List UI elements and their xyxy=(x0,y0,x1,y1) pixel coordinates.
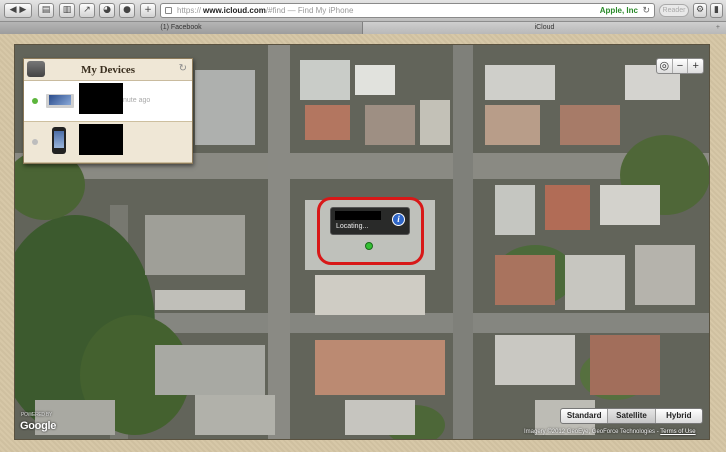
map-zoom-controls: ◎ − + xyxy=(656,58,704,74)
settings-gear-icon[interactable]: ⚙ xyxy=(693,3,707,18)
url-host: www.icloud.com xyxy=(203,6,266,15)
url-page-title: Find My iPhone xyxy=(297,6,354,15)
browser-toolbar: ◀ ▶ ▤ ▥ ↗ ◕ ● + https:// www.icloud.com/… xyxy=(0,0,726,22)
tab-label: (1) Facebook xyxy=(160,24,202,31)
my-devices-panel: My Devices ↻ nute ago xyxy=(23,58,193,164)
lock-icon xyxy=(165,7,172,14)
address-bar[interactable]: https:// www.icloud.com/#find — Find My … xyxy=(160,3,655,18)
google-logo-text: Google xyxy=(20,420,57,432)
locating-status: Locating... xyxy=(336,223,369,230)
map-mode-satellite[interactable]: Satellite xyxy=(608,409,656,423)
reading-list-icon[interactable]: ▥ xyxy=(59,3,75,18)
url-path: /#find xyxy=(265,6,286,15)
device-last-seen: nute ago xyxy=(123,97,151,104)
new-tab-plus-icon[interactable]: + xyxy=(716,22,720,34)
refresh-icon[interactable]: ↻ xyxy=(179,63,187,74)
attribution-text: Imagery ©2012 GeoEye, GeoForce Technolog… xyxy=(524,429,659,435)
device-location-pin-icon[interactable] xyxy=(365,242,373,250)
url-separator: — xyxy=(285,6,298,15)
history-icon[interactable]: ◕ xyxy=(99,3,115,18)
map-type-switch: Standard Satellite Hybrid xyxy=(560,408,703,424)
iphone-icon xyxy=(52,127,66,154)
offline-status-dot xyxy=(32,139,38,145)
url-text: www.icloud.com/#find — Find My iPhone xyxy=(203,4,353,17)
device-row-iphone[interactable] xyxy=(24,122,192,163)
redacted-device-name xyxy=(79,83,123,114)
bookmarks-icon[interactable]: ▤ xyxy=(38,3,54,18)
locate-me-icon[interactable]: ◎ xyxy=(657,59,673,73)
reader-button[interactable]: Reader xyxy=(659,4,689,17)
panel-header: My Devices ↻ xyxy=(24,59,192,81)
zoom-out-button[interactable]: − xyxy=(673,59,689,73)
info-icon[interactable]: i xyxy=(392,213,405,226)
back-forward-buttons[interactable]: ◀ ▶ xyxy=(4,3,32,18)
map-attribution: Imagery ©2012 GeoEye, GeoForce Technolog… xyxy=(524,429,696,435)
reload-icon[interactable]: ↻ xyxy=(642,4,650,17)
map-mode-hybrid[interactable]: Hybrid xyxy=(656,409,702,423)
device-row-macbook[interactable]: nute ago xyxy=(24,81,192,122)
extension-icon[interactable]: ● xyxy=(119,3,135,18)
tab-label: iCloud xyxy=(534,24,555,31)
share-icon[interactable]: ↗ xyxy=(79,3,95,18)
google-logo-caption: POWERED BY xyxy=(21,412,52,418)
terms-of-use-link[interactable]: Terms of Use xyxy=(660,429,695,435)
new-tab-icon[interactable]: + xyxy=(140,3,156,18)
tab-icloud[interactable]: iCloud + xyxy=(363,22,726,34)
tab-bar: (1) Facebook iCloud + xyxy=(0,22,726,34)
online-status-dot xyxy=(32,98,38,104)
map-mode-standard[interactable]: Standard xyxy=(561,409,609,423)
google-logo: POWERED BY Google xyxy=(20,412,57,432)
panel-title: My Devices xyxy=(80,64,136,76)
bookmark-bar-icon[interactable]: ▮ xyxy=(710,3,723,18)
redacted-device-name xyxy=(79,124,123,155)
certificate-owner: Apple, Inc xyxy=(599,6,638,15)
redacted-device-name xyxy=(335,211,381,220)
tab-facebook[interactable]: (1) Facebook xyxy=(0,22,363,34)
location-popup[interactable]: Locating... i xyxy=(330,207,410,235)
zoom-in-button[interactable]: + xyxy=(688,59,703,73)
url-scheme: https:// xyxy=(177,6,202,15)
macbook-icon xyxy=(46,94,74,108)
